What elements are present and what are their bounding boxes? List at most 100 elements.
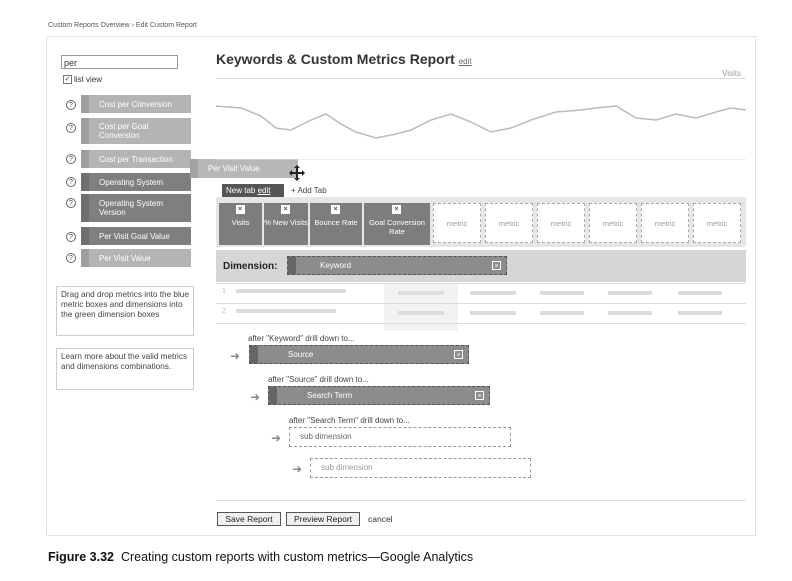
help-icon[interactable]: ? (66, 123, 76, 133)
edit-title-link[interactable]: edit (459, 57, 472, 66)
drilldown-caption: after "Source" drill down to... (268, 375, 369, 384)
drag-handle-icon[interactable] (81, 118, 89, 144)
metric-slot[interactable]: metric (589, 203, 637, 243)
arrow-right-icon: ➜ (292, 462, 303, 476)
drag-handle-icon[interactable] (81, 150, 89, 168)
graph-metric-label[interactable]: Visits (722, 69, 741, 78)
close-icon[interactable]: × (392, 205, 401, 214)
drilldown-caption: after "Keyword" drill down to... (248, 334, 355, 343)
arrow-right-icon: ➜ (230, 349, 241, 363)
preview-report-button[interactable]: Preview Report (286, 512, 360, 526)
metric-label: Bounce Rate (314, 218, 358, 227)
sidebar-item-label: Cost per Conversion (99, 99, 172, 109)
edit-tab-link[interactable]: edit (258, 186, 271, 195)
drag-handle-icon[interactable] (250, 346, 258, 363)
drag-handle-icon[interactable] (81, 173, 89, 191)
report-title: Keywords & Custom Metrics Report edit (216, 51, 472, 67)
search-input[interactable]: per (61, 55, 178, 69)
tab-label: New tab (226, 186, 256, 195)
drag-handle-icon[interactable] (288, 257, 296, 274)
metric-column-bounce-rate[interactable]: × Bounce Rate (310, 203, 362, 245)
breadcrumb[interactable]: Custom Reports Overview › Edit Custom Re… (48, 22, 197, 29)
sidebar-item-label: Operating System (99, 177, 164, 187)
list-view-label: list view (74, 75, 103, 84)
metric-slot[interactable]: metric (485, 203, 533, 243)
drag-handle-icon[interactable] (81, 227, 89, 245)
close-icon[interactable]: × (281, 205, 290, 214)
help-icon[interactable]: ? (66, 232, 76, 242)
sub-dimension-slot[interactable]: sub dimension (310, 458, 531, 478)
drag-handle-icon[interactable] (269, 387, 277, 404)
help-icon[interactable]: ? (66, 100, 76, 110)
sidebar-item-operating-system[interactable]: Operating System (81, 173, 191, 191)
dimension-keyword[interactable]: Keyword × (287, 256, 507, 275)
placeholder-bar (540, 311, 584, 315)
drag-handle-icon[interactable] (81, 194, 89, 222)
sidebar-item-cost-per-goal-conversion[interactable]: Cost per Goal Conversion (81, 118, 191, 144)
close-icon[interactable]: × (454, 350, 463, 359)
sidebar-item-label: Cost per Transaction (99, 154, 173, 164)
list-view-checkbox[interactable]: ✓ (63, 75, 72, 84)
metric-label: Goal Conversion Rate (369, 218, 425, 236)
metric-slot[interactable]: metric (641, 203, 689, 243)
drilldown-value: Source (288, 350, 314, 359)
figure-number: Figure 3.32 (48, 550, 114, 564)
drag-handle-icon[interactable] (81, 95, 89, 113)
metric-slot[interactable]: metric (537, 203, 585, 243)
sub-dimension-slot[interactable]: sub dimension (289, 427, 511, 447)
close-icon[interactable]: × (475, 391, 484, 400)
drilldown-source[interactable]: Source × (249, 345, 469, 364)
sidebar-item-cost-per-conversion[interactable]: Cost per Conversion (81, 95, 191, 113)
row-divider (216, 323, 746, 324)
report-title-text: Keywords & Custom Metrics Report (216, 51, 455, 67)
sidebar-item-label: Per Visit Goal Value (99, 231, 170, 241)
close-icon[interactable]: × (492, 261, 501, 270)
metric-label: % New Visits (264, 218, 308, 227)
save-report-button[interactable]: Save Report (217, 512, 281, 526)
row-number: 1 (222, 288, 226, 295)
close-icon[interactable]: × (235, 205, 245, 214)
placeholder-bar (470, 311, 516, 315)
drilldown-search-term[interactable]: Search Term × (268, 386, 490, 405)
help-icon[interactable]: ? (66, 154, 76, 164)
tab-new-tab[interactable]: New tab edit (222, 184, 284, 197)
row-number: 2 (222, 308, 226, 315)
placeholder-bar (236, 289, 346, 293)
drag-handle-icon[interactable] (190, 159, 198, 178)
row-divider (216, 283, 746, 284)
metric-slot[interactable]: metric (693, 203, 741, 243)
metric-column-new-visits[interactable]: × % New Visits (264, 203, 308, 245)
move-cursor-icon (288, 164, 306, 182)
placeholder-bar (470, 291, 516, 295)
arrow-right-icon: ➜ (250, 390, 261, 404)
dragging-metric[interactable]: Per Visit Value (190, 159, 298, 178)
sidebar-item-label: Operating System Version (99, 199, 164, 217)
help-icon[interactable]: ? (66, 198, 76, 208)
drilldown-value: Search Term (307, 391, 353, 400)
drilldown-caption: after "Search Term" drill down to... (289, 416, 410, 425)
help-icon[interactable]: ? (66, 253, 76, 263)
sidebar-item-operating-system-version[interactable]: Operating System Version (81, 194, 191, 222)
metric-column-visits[interactable]: × Visits (219, 203, 262, 245)
metric-column-goal-conversion-rate[interactable]: × Goal Conversion Rate (364, 203, 430, 245)
cancel-link[interactable]: cancel (368, 514, 393, 524)
arrow-right-icon: ➜ (271, 431, 282, 445)
placeholder-bar (678, 311, 722, 315)
drag-drop-help: Drag and drop metrics into the blue metr… (56, 286, 194, 336)
help-icon[interactable]: ? (66, 177, 76, 187)
sidebar-item-cost-per-transaction[interactable]: Cost per Transaction (81, 150, 191, 168)
placeholder-bar (236, 309, 336, 313)
footer-divider (216, 500, 746, 501)
close-icon[interactable]: × (331, 205, 340, 214)
metric-slot[interactable]: metric (433, 203, 481, 243)
drag-handle-icon[interactable] (81, 249, 89, 267)
sidebar-item-per-visit-goal-value[interactable]: Per Visit Goal Value (81, 227, 191, 245)
figure-caption: Figure 3.32 Creating custom reports with… (48, 550, 473, 564)
dragging-metric-label: Per Visit Value (208, 164, 260, 173)
add-tab-link[interactable]: + Add Tab (291, 186, 327, 195)
dimension-label: Dimension: (223, 261, 278, 272)
placeholder-bar (398, 291, 444, 295)
sidebar-item-per-visit-value[interactable]: Per Visit Value (81, 249, 191, 267)
learn-more-link[interactable]: Learn more about the valid metrics and d… (56, 348, 194, 390)
preview-table: 1 2 (216, 283, 746, 331)
